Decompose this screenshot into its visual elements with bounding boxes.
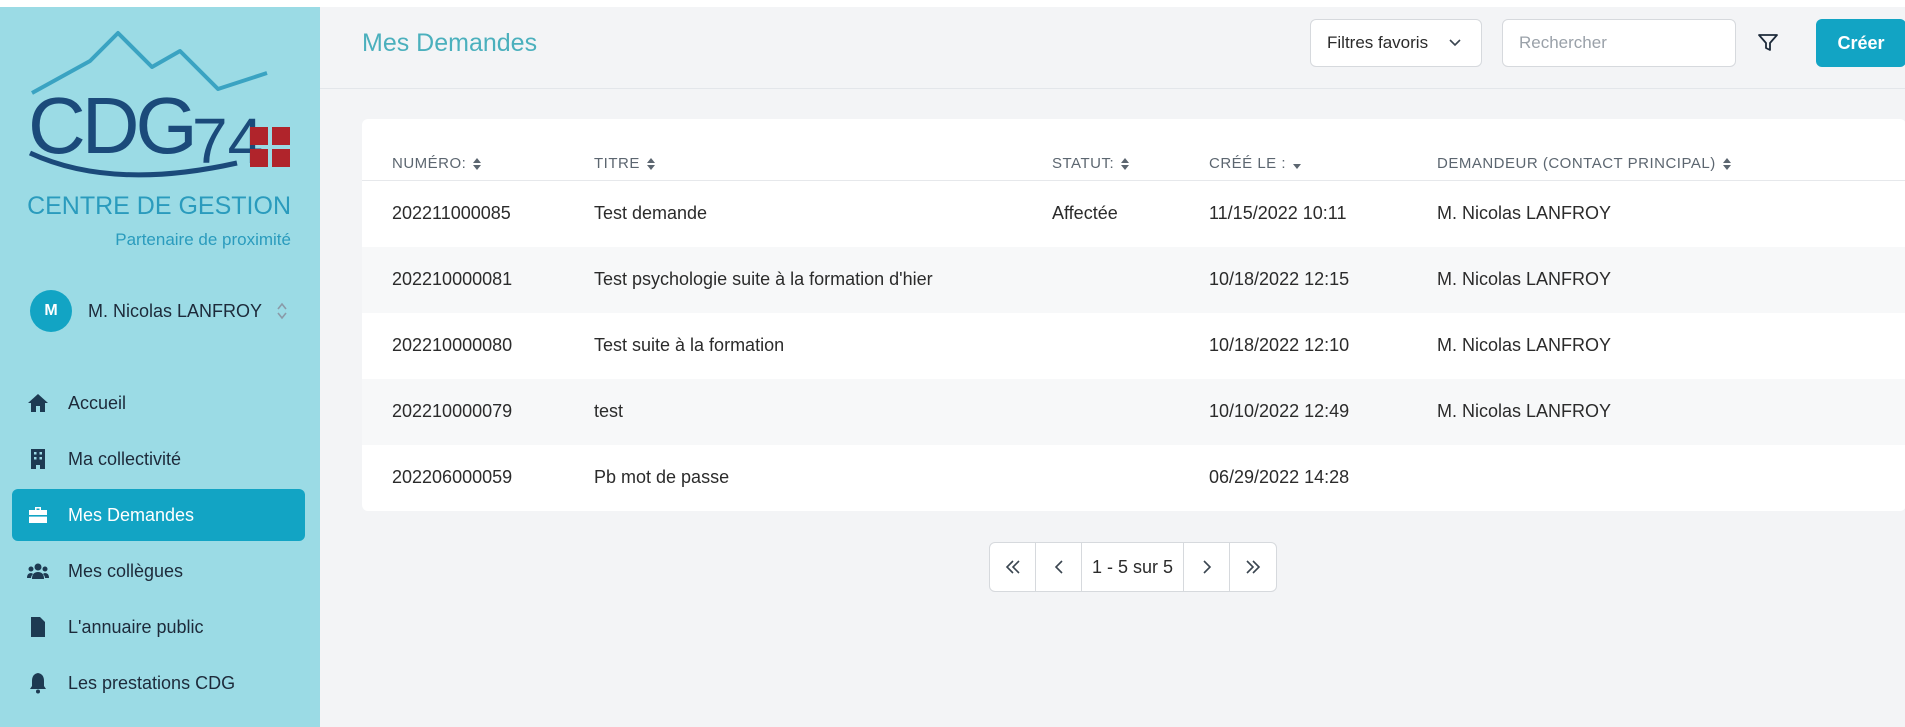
- sort-desc-icon: [1292, 157, 1302, 171]
- file-icon: [24, 613, 52, 641]
- column-header-statut[interactable]: STATUT:: [1052, 155, 1130, 172]
- briefcase-icon: [24, 501, 52, 529]
- cdg74-logo[interactable]: CDG 74 CENTRE DE GESTION Partenaire de p…: [22, 23, 297, 258]
- cell-demandeur: M. Nicolas LANFROY: [1437, 335, 1612, 355]
- brand-name: CENTRE DE GESTION: [27, 192, 291, 220]
- bell-icon: [24, 669, 52, 697]
- next-page-button[interactable]: [1184, 543, 1231, 591]
- favorites-filter-label: Filtres favoris: [1327, 33, 1429, 52]
- svg-text:CDG: CDG: [28, 81, 194, 170]
- brand-tagline: Partenaire de proximité: [115, 230, 291, 249]
- sort-icon: [646, 157, 656, 171]
- sidebar-item-mes-collegues[interactable]: Mes collègues: [12, 545, 305, 597]
- table-row[interactable]: 202211000085 Test demande Affectée 11/15…: [362, 181, 1905, 247]
- cell-titre: Test psychologie suite à la formation d'…: [594, 269, 933, 289]
- search-input[interactable]: [1502, 19, 1736, 67]
- topbar: Mes Demandes Filtres favoris Créer: [320, 7, 1905, 89]
- chevron-left-icon: [1054, 560, 1063, 574]
- column-header-titre[interactable]: TITRE: [594, 155, 656, 172]
- pagination: 1 - 5 sur 5: [989, 542, 1278, 592]
- cell-cree-le: 10/18/2022 12:10: [1209, 335, 1350, 355]
- sidebar-item-label: Ma collectivité: [68, 448, 182, 469]
- sort-icon: [1722, 157, 1732, 171]
- sidebar: CDG 74 CENTRE DE GESTION Partenaire de p…: [0, 7, 320, 727]
- chevron-up-down-icon[interactable]: [276, 301, 288, 321]
- table-body: 202211000085 Test demande Affectée 11/15…: [362, 181, 1905, 511]
- table-row[interactable]: 202210000081 Test psychologie suite à la…: [362, 247, 1905, 313]
- requests-table: NUMÉRO: TITRE STATUT: CRÉÉ LE : DEMANDEU…: [362, 119, 1905, 511]
- sidebar-item-label: Mes collègues: [68, 560, 184, 581]
- cell-cree-le: 10/10/2022 12:49: [1209, 401, 1350, 421]
- sidebar-item-annuaire-public[interactable]: L'annuaire public: [12, 601, 305, 653]
- building-icon: [24, 445, 52, 473]
- cell-demandeur: M. Nicolas LANFROY: [1437, 401, 1612, 421]
- cell-cree-le: 10/18/2022 12:15: [1209, 269, 1350, 289]
- sidebar-item-prestations-cdg[interactable]: Les prestations CDG: [12, 657, 305, 709]
- create-button[interactable]: Créer: [1816, 19, 1905, 67]
- cell-cree-le: 11/15/2022 10:11: [1209, 203, 1347, 223]
- table-row[interactable]: 202210000079 test 10/10/2022 12:49 M. Ni…: [362, 379, 1905, 445]
- user-switcher[interactable]: M M. Nicolas LANFROY: [30, 289, 288, 333]
- chevron-down-icon: [1447, 34, 1463, 55]
- sidebar-nav: Accueil Ma collectivité Mes Demandes Mes…: [12, 377, 305, 713]
- users-icon: [24, 557, 52, 585]
- sidebar-item-accueil[interactable]: Accueil: [12, 377, 305, 429]
- avatar: M: [30, 290, 72, 332]
- first-page-button[interactable]: [990, 543, 1036, 591]
- pagination-info: 1 - 5 sur 5: [1082, 543, 1185, 591]
- main-content: Mes Demandes Filtres favoris Créer NUMÉR…: [320, 7, 1905, 727]
- cell-statut: Affectée: [1052, 203, 1118, 223]
- chevrons-left-icon: [1005, 560, 1020, 574]
- cell-demandeur: M. Nicolas LANFROY: [1437, 269, 1612, 289]
- sort-icon: [472, 157, 482, 171]
- app-window: CDG 74 CENTRE DE GESTION Partenaire de p…: [0, 7, 1905, 727]
- user-name: M. Nicolas LANFROY: [88, 300, 263, 321]
- sidebar-item-mes-demandes[interactable]: Mes Demandes: [12, 489, 305, 541]
- cell-cree-le: 06/29/2022 14:28: [1209, 467, 1350, 487]
- column-header-numero[interactable]: NUMÉRO:: [392, 155, 482, 172]
- sidebar-item-label: Accueil: [68, 392, 127, 413]
- cell-titre: test: [594, 401, 624, 421]
- cell-titre: Test demande: [594, 203, 708, 223]
- last-page-button[interactable]: [1230, 543, 1276, 591]
- chevrons-right-icon: [1246, 560, 1261, 574]
- table-row[interactable]: 202206000059 Pb mot de passe 06/29/2022 …: [362, 445, 1905, 511]
- cell-numero: 202206000059: [392, 467, 513, 487]
- table-row[interactable]: 202210000080 Test suite à la formation 1…: [362, 313, 1905, 379]
- filter-icon[interactable]: [1752, 27, 1784, 59]
- chevron-right-icon: [1202, 560, 1211, 574]
- cell-numero: 202210000080: [392, 335, 513, 355]
- column-header-demandeur[interactable]: DEMANDEUR (CONTACT PRINCIPAL): [1437, 155, 1732, 172]
- previous-page-button[interactable]: [1036, 543, 1082, 591]
- column-header-cree-le[interactable]: CRÉÉ LE :: [1209, 155, 1302, 172]
- cell-titre: Pb mot de passe: [594, 467, 730, 487]
- sidebar-item-label: Les prestations CDG: [68, 672, 236, 693]
- sidebar-item-label: Mes Demandes: [68, 504, 195, 525]
- cell-numero: 202210000079: [392, 401, 513, 421]
- cell-numero: 202211000085: [392, 203, 511, 223]
- cell-demandeur: M. Nicolas LANFROY: [1437, 203, 1612, 223]
- home-icon: [24, 389, 52, 417]
- sort-icon: [1120, 157, 1130, 171]
- cell-titre: Test suite à la formation: [594, 335, 785, 355]
- sidebar-item-ma-collectivite[interactable]: Ma collectivité: [12, 433, 305, 485]
- table-header: NUMÉRO: TITRE STATUT: CRÉÉ LE : DEMANDEU…: [362, 119, 1905, 181]
- favorites-filter-dropdown[interactable]: Filtres favoris: [1310, 19, 1482, 67]
- cell-numero: 202210000081: [392, 269, 513, 289]
- page-title: Mes Demandes: [362, 29, 538, 57]
- sidebar-item-label: L'annuaire public: [68, 616, 204, 637]
